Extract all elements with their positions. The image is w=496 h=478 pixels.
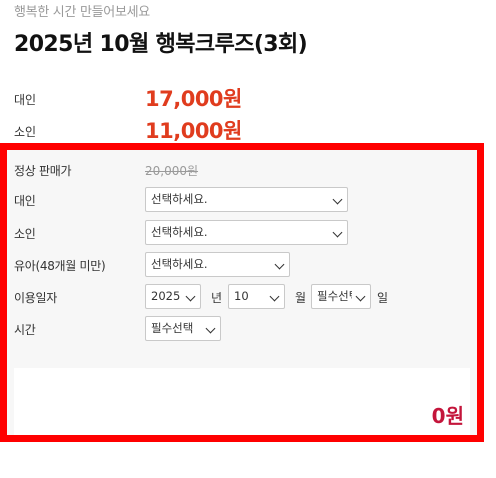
- regular-price-value: 20,000원: [145, 164, 199, 178]
- infant-label: 유아(48개월 미만): [14, 259, 106, 273]
- chevron-down-icon: [332, 227, 343, 238]
- child-price-row: 소인 11,000원: [14, 115, 484, 145]
- year-select[interactable]: 2025: [145, 284, 201, 309]
- time-row: 시간 필수선택: [14, 316, 474, 342]
- total-area: 0원: [14, 368, 470, 435]
- month-select-value: 10: [234, 289, 249, 303]
- day-select[interactable]: 필수선택: [311, 284, 371, 309]
- child-quantity-select[interactable]: 선택하세요.: [145, 220, 348, 245]
- month-unit: 월: [295, 291, 307, 305]
- chevron-down-icon: [274, 259, 285, 270]
- order-box: 정상 판매가 20,000원 대인 선택하세요. 소인 선택하세요. 유아(48…: [0, 143, 484, 442]
- regular-price-row: 정상 판매가 20,000원: [14, 157, 474, 183]
- day-select-value: 필수선택: [317, 289, 352, 303]
- adult-row: 대인 선택하세요.: [14, 187, 474, 213]
- chevron-down-icon: [205, 323, 216, 334]
- infant-select-value: 선택하세요.: [151, 257, 208, 271]
- time-select[interactable]: 필수선택: [145, 316, 221, 341]
- chevron-down-icon: [185, 291, 196, 302]
- adult-select-value: 선택하세요.: [151, 192, 208, 206]
- chevron-down-icon: [332, 194, 343, 205]
- chevron-down-icon: [269, 291, 280, 302]
- date-label: 이용일자: [14, 291, 57, 305]
- year-unit: 년: [211, 291, 223, 305]
- date-row: 이용일자 2025 년 10 월 필수선택 일: [14, 284, 474, 310]
- child-label: 소인: [14, 227, 36, 241]
- adult-price-row: 대인 17,000원: [14, 83, 484, 113]
- infant-quantity-select[interactable]: 선택하세요.: [145, 252, 290, 277]
- year-select-value: 2025: [151, 289, 181, 303]
- day-unit: 일: [377, 291, 389, 305]
- child-row: 소인 선택하세요.: [14, 220, 474, 246]
- child-price-value: 11,000원: [145, 119, 242, 143]
- child-select-value: 선택하세요.: [151, 225, 208, 239]
- time-label: 시간: [14, 323, 36, 337]
- adult-price-value: 17,000원: [145, 87, 242, 111]
- chevron-down-icon: [355, 291, 366, 302]
- adult-quantity-select[interactable]: 선택하세요.: [145, 187, 348, 212]
- page-title: 2025년 10월 행복크루즈(3회): [14, 32, 308, 57]
- adult-label: 대인: [14, 194, 36, 208]
- child-price-label: 소인: [14, 125, 37, 139]
- month-select[interactable]: 10: [228, 284, 285, 309]
- page-subtitle: 행복한 시간 만들어보세요: [14, 5, 150, 20]
- total-price: 0원: [431, 404, 464, 428]
- regular-price-label: 정상 판매가: [14, 164, 72, 178]
- infant-row: 유아(48개월 미만) 선택하세요.: [14, 252, 474, 278]
- adult-price-label: 대인: [14, 93, 37, 107]
- time-select-value: 필수선택: [151, 321, 194, 335]
